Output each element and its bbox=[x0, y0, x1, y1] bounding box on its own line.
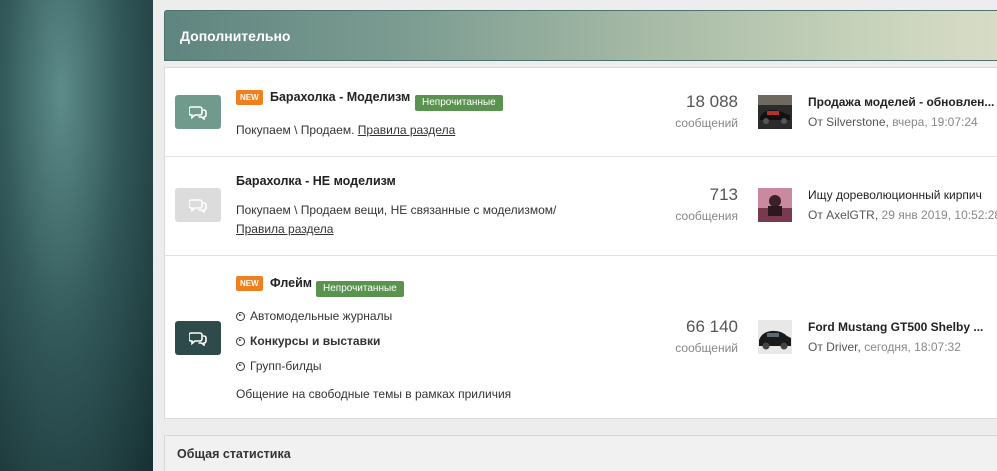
last-post-date: сегодня, 18:07:32 bbox=[864, 340, 961, 354]
forum-description-text: Покупаем \ Продаем. bbox=[236, 123, 355, 137]
last-post-author[interactable]: От Silverstone, bbox=[808, 115, 889, 129]
forum-row: NEW Флейм Непрочитанные Автомодельные жу… bbox=[165, 256, 997, 420]
post-count-label: сообщений bbox=[675, 341, 738, 355]
car-image bbox=[758, 320, 792, 354]
subforum-link[interactable]: Автомодельные журналы bbox=[236, 309, 392, 323]
general-stats-title: Общая статистика bbox=[177, 447, 291, 461]
page-background bbox=[0, 0, 153, 471]
last-post-thumbnail[interactable] bbox=[758, 95, 792, 129]
subforum-link[interactable]: Конкурсы и выставки bbox=[236, 334, 380, 348]
forum-description: Покупаем \ Продаем. Правила раздела bbox=[236, 123, 455, 137]
last-post-thumbnail[interactable] bbox=[758, 188, 792, 222]
last-post-title[interactable]: Ищу дореволюционный кирпич bbox=[808, 188, 982, 202]
circle-arrow-icon bbox=[236, 311, 245, 321]
forum-title[interactable]: Барахолка - НЕ моделизм bbox=[236, 174, 396, 188]
chat-bubbles-icon bbox=[189, 332, 207, 346]
forum-status-icon[interactable] bbox=[175, 188, 221, 222]
last-post-author[interactable]: От AxelGTR, bbox=[808, 208, 878, 222]
post-count: 18 088 bbox=[686, 92, 738, 111]
forum-title[interactable]: Флейм bbox=[270, 276, 312, 290]
category-header[interactable]: Дополнительно bbox=[164, 10, 997, 61]
last-post-thumbnail[interactable] bbox=[758, 320, 792, 354]
last-post-date: 29 янв 2019, 10:52:28 bbox=[881, 208, 997, 222]
forum-description-text: Общение на свободные темы в рамках прили… bbox=[236, 387, 512, 401]
forum-row: NEW Барахолка - Моделизм Непрочитанные П… bbox=[165, 68, 997, 157]
forum-list: NEW Барахолка - Моделизм Непрочитанные П… bbox=[164, 67, 997, 419]
general-stats-header[interactable]: Общая статистика bbox=[164, 435, 997, 471]
photo-image bbox=[758, 188, 792, 222]
forum-description-text: Покупаем \ Продаем вещи, НЕ связанные с … bbox=[236, 203, 557, 217]
chat-bubbles-icon bbox=[189, 106, 207, 120]
last-post-date: вчера, 19:07:24 bbox=[892, 115, 978, 129]
last-post-meta: От AxelGTR, 29 янв 2019, 10:52:28 bbox=[808, 208, 997, 222]
last-post-author[interactable]: От Driver, bbox=[808, 340, 861, 354]
rules-link[interactable]: Правила раздела bbox=[358, 123, 455, 137]
subforum-link[interactable]: Групп-билды bbox=[236, 359, 322, 373]
last-post-title[interactable]: Продажа моделей - обновлен... bbox=[808, 95, 994, 109]
last-post-title[interactable]: Ford Mustang GT500 Shelby ... bbox=[808, 320, 983, 334]
category-title: Дополнительно bbox=[180, 28, 291, 44]
new-badge: NEW bbox=[236, 90, 263, 105]
last-post-meta: От Driver, сегодня, 18:07:32 bbox=[808, 340, 961, 354]
unread-badge[interactable]: Непрочитанные bbox=[316, 281, 404, 297]
forum-status-icon[interactable] bbox=[175, 321, 221, 355]
new-badge: NEW bbox=[236, 276, 263, 291]
forum-status-icon[interactable] bbox=[175, 95, 221, 129]
post-count-label: сообщений bbox=[675, 116, 738, 130]
post-count-label: сообщения bbox=[675, 209, 738, 223]
forum-title[interactable]: Барахолка - Моделизм bbox=[270, 90, 410, 104]
post-count: 713 bbox=[709, 185, 738, 204]
last-post-meta: От Silverstone, вчера, 19:07:24 bbox=[808, 115, 978, 129]
chat-bubbles-icon bbox=[189, 199, 207, 213]
circle-arrow-icon bbox=[236, 336, 245, 346]
post-count: 66 140 bbox=[686, 317, 738, 336]
circle-arrow-icon bbox=[236, 361, 245, 371]
car-image bbox=[758, 95, 792, 129]
rules-link[interactable]: Правила раздела bbox=[236, 222, 333, 236]
forum-row: Барахолка - НЕ моделизм Покупаем \ Прода… bbox=[165, 157, 997, 256]
unread-badge[interactable]: Непрочитанные bbox=[415, 95, 503, 111]
